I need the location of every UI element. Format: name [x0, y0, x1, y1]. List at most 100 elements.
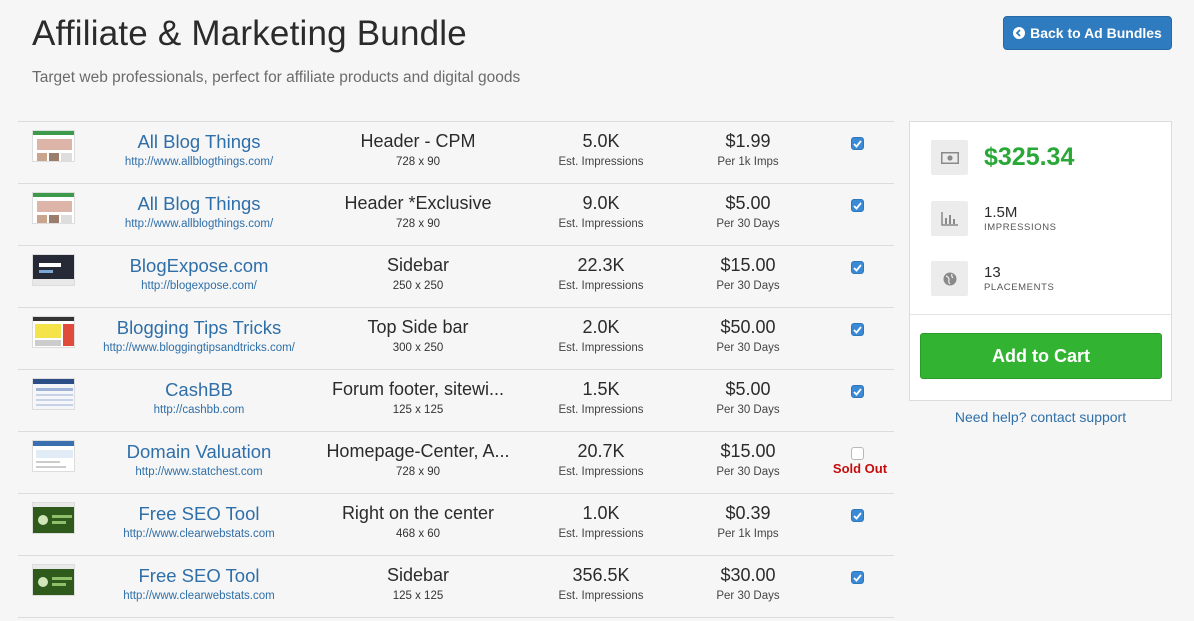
impressions-value: 1.5K	[582, 379, 620, 399]
site-name-link[interactable]: Free SEO Tool	[98, 565, 300, 587]
bar-chart-icon	[931, 201, 968, 236]
add-to-cart-button[interactable]: Add to Cart	[920, 333, 1162, 379]
site-thumbnail[interactable]	[32, 378, 75, 410]
site-url-link[interactable]: http://www.statchest.com	[98, 466, 300, 478]
placement-size: 728 x 90	[395, 466, 441, 478]
table-row: All Blog Things http://www.allblogthings…	[18, 122, 894, 184]
placement-name: Header - CPM	[360, 131, 476, 151]
placement-size: 125 x 125	[392, 404, 444, 416]
site-url-link[interactable]: http://www.allblogthings.com/	[98, 218, 300, 230]
price-value: $15.00	[720, 441, 776, 461]
impressions-value: 5.0K	[582, 131, 620, 151]
price-term: Per 30 Days	[716, 342, 780, 354]
contact-support-link[interactable]: Need help? contact support	[909, 409, 1172, 425]
placement-size: 468 x 60	[395, 528, 441, 540]
impressions-total-label: IMPRESSIONS	[984, 222, 1057, 233]
price-term: Per 30 Days	[716, 280, 780, 292]
site-url-link[interactable]: http://www.clearwebstats.com	[98, 528, 300, 540]
price-value: $1.99	[725, 131, 771, 151]
site-name-link[interactable]: CashBB	[98, 379, 300, 401]
impressions-value: 9.0K	[582, 193, 620, 213]
page-title: Affiliate & Marketing Bundle	[32, 14, 467, 53]
price-term: Per 30 Days	[716, 404, 780, 416]
summary-divider	[910, 314, 1171, 315]
impressions-value: 2.0K	[582, 317, 620, 337]
price-value: $0.39	[725, 503, 771, 523]
impressions-value: 1.0K	[582, 503, 620, 523]
price-term: Per 1k Imps	[717, 156, 779, 168]
placement-name: Sidebar	[386, 565, 450, 585]
site-name-link[interactable]: Domain Valuation	[98, 441, 300, 463]
site-thumbnail[interactable]	[32, 254, 75, 286]
placement-name: Forum footer, sitewi...	[331, 379, 505, 399]
placements-total: 13	[984, 264, 1001, 281]
placement-size: 728 x 90	[395, 156, 441, 168]
placement-size: 728 x 90	[395, 218, 441, 230]
placements-total-label: PLACEMENTS	[984, 282, 1055, 293]
site-name-link[interactable]: All Blog Things	[98, 193, 300, 215]
impressions-label: Est. Impressions	[558, 156, 644, 168]
site-url-link[interactable]: http://www.allblogthings.com/	[98, 156, 300, 168]
site-url-link[interactable]: http://cashbb.com	[98, 404, 300, 416]
site-name-link[interactable]: All Blog Things	[98, 131, 300, 153]
placement-name: Header *Exclusive	[344, 193, 492, 213]
impressions-label: Est. Impressions	[558, 218, 644, 230]
select-checkbox-disabled	[851, 447, 864, 460]
price-value: $5.00	[725, 379, 771, 399]
placement-list: All Blog Things http://www.allblogthings…	[18, 121, 894, 618]
order-summary-panel: $325.34 1.5M IMPRESSIONS 13 PLACEMENTS A…	[909, 121, 1172, 401]
placement-name: Sidebar	[386, 255, 450, 275]
site-thumbnail[interactable]	[32, 440, 75, 472]
site-thumbnail[interactable]	[32, 564, 75, 596]
back-button-label: Back to Ad Bundles	[1030, 25, 1162, 41]
price-value: $50.00	[720, 317, 776, 337]
site-url-link[interactable]: http://blogexpose.com/	[98, 280, 300, 292]
price-term: Per 30 Days	[716, 590, 780, 602]
select-checkbox[interactable]	[851, 261, 864, 274]
select-checkbox[interactable]	[851, 385, 864, 398]
select-checkbox[interactable]	[851, 137, 864, 150]
arrow-circle-left-icon	[1013, 27, 1026, 39]
table-row: All Blog Things http://www.allblogthings…	[18, 184, 894, 246]
site-url-link[interactable]: http://www.clearwebstats.com	[98, 590, 300, 602]
placement-name: Homepage-Center, A...	[326, 441, 510, 461]
placement-name: Right on the center	[341, 503, 495, 523]
impressions-label: Est. Impressions	[558, 466, 644, 478]
impressions-label: Est. Impressions	[558, 280, 644, 292]
select-checkbox[interactable]	[851, 199, 864, 212]
price-value: $15.00	[720, 255, 776, 275]
impressions-value: 22.3K	[577, 255, 625, 275]
back-to-ad-bundles-button[interactable]: Back to Ad Bundles	[1003, 16, 1172, 50]
impressions-label: Est. Impressions	[558, 342, 644, 354]
site-thumbnail[interactable]	[32, 192, 75, 224]
price-value: $30.00	[720, 565, 776, 585]
select-checkbox[interactable]	[851, 323, 864, 336]
site-thumbnail[interactable]	[32, 130, 75, 162]
site-name-link[interactable]: Blogging Tips Tricks	[98, 317, 300, 339]
site-name-link[interactable]: Free SEO Tool	[98, 503, 300, 525]
impressions-label: Est. Impressions	[558, 404, 644, 416]
placement-size: 125 x 125	[392, 590, 444, 602]
site-thumbnail[interactable]	[32, 502, 75, 534]
placement-size: 250 x 250	[392, 280, 444, 292]
sold-out-label: Sold Out	[832, 461, 888, 476]
site-thumbnail[interactable]	[32, 316, 75, 348]
site-name-link[interactable]: BlogExpose.com	[98, 255, 300, 277]
table-row: Free SEO Tool http://www.clearwebstats.c…	[18, 494, 894, 556]
impressions-total: 1.5M	[984, 204, 1018, 221]
select-checkbox[interactable]	[851, 571, 864, 584]
select-checkbox[interactable]	[851, 509, 864, 522]
impressions-label: Est. Impressions	[558, 590, 644, 602]
table-row: BlogExpose.com http://blogexpose.com/ Si…	[18, 246, 894, 308]
price-term: Per 30 Days	[716, 218, 780, 230]
price-term: Per 1k Imps	[717, 528, 779, 540]
site-url-link[interactable]: http://www.bloggingtipsandtricks.com/	[98, 342, 300, 354]
impressions-value: 356.5K	[572, 565, 630, 585]
total-price: $325.34	[984, 143, 1075, 171]
price-term: Per 30 Days	[716, 466, 780, 478]
placement-name: Top Side bar	[367, 317, 469, 337]
table-row: Free SEO Tool http://www.clearwebstats.c…	[18, 556, 894, 618]
placement-size: 300 x 250	[392, 342, 444, 354]
price-value: $5.00	[725, 193, 771, 213]
money-icon	[931, 140, 968, 175]
